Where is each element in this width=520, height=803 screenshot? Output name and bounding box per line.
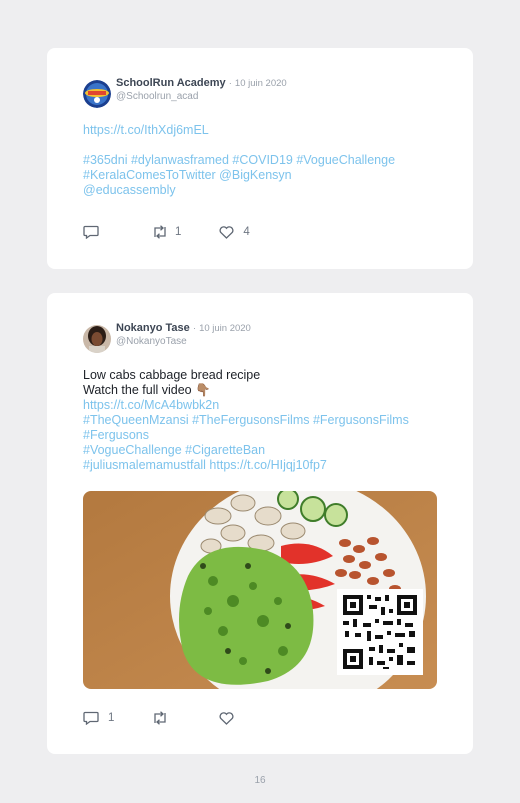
tweet-actions: 1 4	[83, 225, 250, 239]
qr-code	[337, 589, 423, 675]
tweet-card-nokanyo: Nokanyo Tase · 10 juin 2020 @NokanyoTase…	[47, 293, 473, 754]
like-button[interactable]: 4	[219, 225, 250, 239]
hashtags-line[interactable]: #VogueChallenge #CigaretteBan	[83, 443, 443, 458]
tweet-text-line: Watch the full video 👇🏽	[83, 383, 211, 397]
tweet-media-image[interactable]	[83, 491, 437, 689]
retweet-count: 1	[175, 226, 182, 238]
author-name[interactable]: SchoolRun Academy	[116, 77, 226, 89]
avatar[interactable]	[83, 325, 111, 353]
hashtags-line[interactable]: #KeralaComesToTwitter @BigKensyn	[83, 168, 443, 183]
tweet-text-line: Low cabs cabbage bread recipe	[83, 368, 261, 382]
tweet-link[interactable]: https://t.co/IthXdj6mEL	[83, 123, 443, 138]
tweet-header: Nokanyo Tase · 10 juin 2020 @NokanyoTase	[83, 322, 251, 353]
retweet-icon	[154, 711, 167, 725]
separator: ·	[192, 323, 197, 334]
heart-icon	[219, 711, 234, 725]
reply-icon	[83, 225, 99, 239]
hashtags-line[interactable]: #TheQueenMzansi #TheFergusonsFilms #Ferg…	[83, 413, 443, 428]
avatar[interactable]	[83, 80, 111, 108]
author-name[interactable]: Nokanyo Tase	[116, 322, 190, 334]
heart-icon	[219, 225, 234, 239]
like-count: 4	[243, 226, 250, 238]
reply-button[interactable]: 1	[83, 711, 114, 725]
separator: ·	[228, 78, 232, 89]
tweet-body: https://t.co/IthXdj6mEL #365dni #dylanwa…	[83, 123, 443, 198]
reply-button[interactable]	[83, 225, 99, 239]
tweet-actions: 1	[83, 711, 234, 725]
tweet-header: SchoolRun Academy · 10 juin 2020 @School…	[83, 77, 287, 108]
tweet-date[interactable]: 10 juin 2020	[235, 78, 287, 89]
hashtags-line[interactable]: #365dni #dylanwasframed #COVID19 #VogueC…	[83, 153, 443, 168]
author-handle[interactable]: @Schoolrun_acad	[116, 91, 287, 103]
tweet-card-schoolrun: SchoolRun Academy · 10 juin 2020 @School…	[47, 48, 473, 269]
page-number: 16	[254, 775, 266, 786]
retweet-icon	[154, 225, 166, 239]
reply-icon	[83, 711, 99, 725]
tweet-date[interactable]: 10 juin 2020	[199, 323, 251, 334]
hashtags-line[interactable]: #Fergusons	[83, 428, 443, 443]
author-handle[interactable]: @NokanyoTase	[116, 336, 251, 348]
retweet-button[interactable]: 1	[151, 225, 181, 239]
like-button[interactable]	[219, 711, 234, 725]
mention-line[interactable]: @educassembly	[83, 183, 443, 198]
tweet-link[interactable]: https://t.co/McA4bwbk2n	[83, 398, 443, 413]
reply-count: 1	[108, 712, 115, 724]
tweet-body: Low cabs cabbage bread recipe Watch the …	[83, 368, 443, 473]
hashtags-line[interactable]: #juliusmalemamustfall https://t.co/HIjqj…	[83, 458, 443, 473]
retweet-button[interactable]	[151, 711, 169, 725]
